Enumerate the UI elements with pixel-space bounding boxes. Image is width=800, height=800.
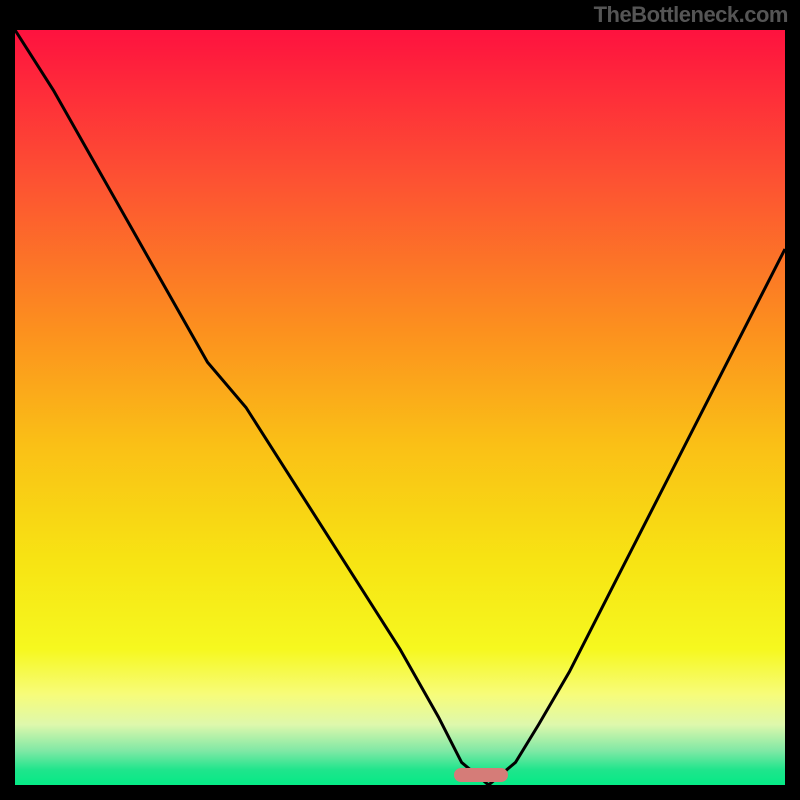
bottleneck-chart xyxy=(15,30,785,785)
chart-container xyxy=(15,30,785,785)
optimal-zone-marker xyxy=(454,768,508,782)
heat-gradient-bg xyxy=(15,30,785,785)
attribution-watermark: TheBottleneck.com xyxy=(594,2,788,28)
